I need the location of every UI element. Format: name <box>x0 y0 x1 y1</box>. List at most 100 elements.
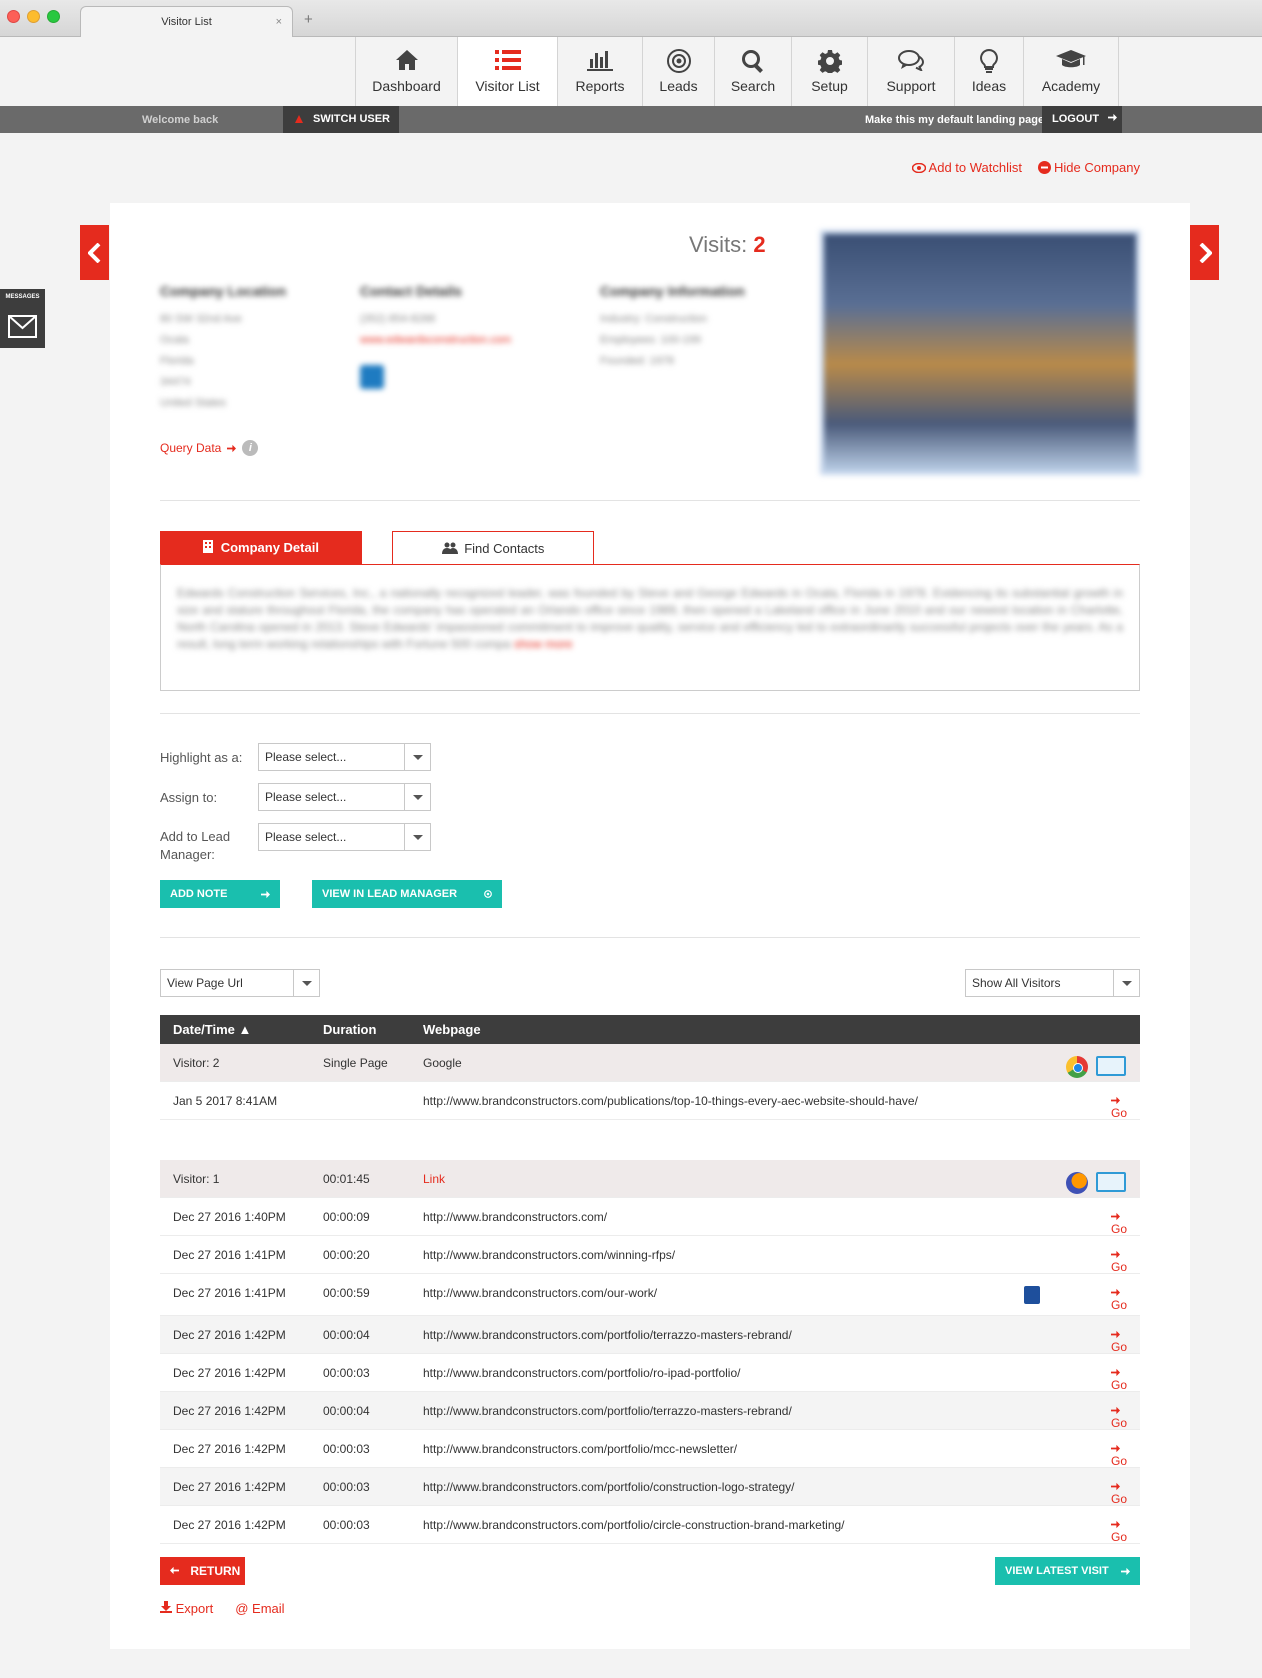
chevron-right-icon <box>1199 242 1213 264</box>
nav-dashboard[interactable]: Dashboard <box>356 37 458 106</box>
go-link[interactable]: Go <box>1111 1328 1127 1354</box>
arrow-right-icon <box>1111 1250 1120 1259</box>
show-visitors-select[interactable]: Show All Visitors <box>965 969 1140 997</box>
go-link[interactable]: Go <box>1111 1480 1127 1506</box>
assign-select[interactable]: Please select... <box>258 783 431 811</box>
nav-reports[interactable]: Reports <box>558 37 643 106</box>
building-icon <box>203 540 214 553</box>
view-latest-visit-button[interactable]: VIEW LATEST VISIT <box>995 1557 1140 1585</box>
linkedin-icon[interactable] <box>360 365 384 389</box>
nav-support[interactable]: Support <box>868 37 955 106</box>
chevron-down-icon <box>404 784 430 810</box>
go-link[interactable]: Go <box>1111 1248 1127 1274</box>
switch-user-button[interactable]: SWITCH USER <box>283 106 399 133</box>
header-datetime[interactable]: Date/Time ▲ <box>173 1022 251 1037</box>
nav-leads[interactable]: Leads <box>643 37 715 106</box>
default-landing-link[interactable]: Make this my default landing page <box>865 114 1044 126</box>
tab-label: Find Contacts <box>464 541 545 556</box>
go-link[interactable]: Go <box>1111 1210 1127 1236</box>
go-link[interactable]: Go <box>1111 1366 1127 1392</box>
contact-details: Contact Details (352) 854-8288 www.edwar… <box>360 283 511 389</box>
zoom-window-button[interactable] <box>47 10 60 23</box>
location-line: United States <box>160 397 227 409</box>
email-link[interactable]: @ Email <box>235 1601 284 1616</box>
gear-icon <box>792 49 867 76</box>
show-more-link[interactable]: show more <box>514 637 573 651</box>
row-date: Dec 27 2016 1:40PM <box>173 1210 286 1224</box>
view-in-lead-manager-button[interactable]: VIEW IN LEAD MANAGER <box>312 880 502 908</box>
location-line: Ocala <box>160 334 189 346</box>
go-link[interactable]: Go <box>1111 1094 1127 1120</box>
company-description: Edwards Construction Services, Inc., a n… <box>177 585 1123 653</box>
add-note-label: ADD NOTE <box>170 888 228 900</box>
select-value: View Page Url <box>167 976 243 990</box>
header-webpage[interactable]: Webpage <box>423 1022 481 1037</box>
row-date: Dec 27 2016 1:41PM <box>173 1286 286 1300</box>
nav-ideas[interactable]: Ideas <box>955 37 1024 106</box>
visits-table: Date/Time ▲ Duration Webpage Visitor: 2 … <box>160 1015 1140 1544</box>
row-duration: 00:00:04 <box>323 1404 370 1418</box>
contact-heading: Contact Details <box>360 283 462 299</box>
previous-company-button[interactable] <box>80 225 109 280</box>
table-row: Dec 27 2016 1:41PM 00:00:20 http://www.b… <box>160 1236 1140 1274</box>
close-tab-icon[interactable]: × <box>276 7 282 37</box>
nav-label: Visitor List <box>475 78 540 94</box>
new-tab-button[interactable]: + <box>304 11 313 28</box>
website-link[interactable]: www.edwardsconstruction.com <box>360 330 511 351</box>
next-company-button[interactable] <box>1190 225 1219 280</box>
highlight-select[interactable]: Please select... <box>258 743 431 771</box>
hide-company-link[interactable]: Hide Company <box>1038 160 1140 175</box>
add-to-watchlist-link[interactable]: Add to Watchlist <box>911 160 1022 175</box>
nav-academy[interactable]: Academy <box>1024 37 1119 106</box>
nav-setup[interactable]: Setup <box>792 37 868 106</box>
go-label: Go <box>1111 1454 1128 1468</box>
info-icon[interactable]: i <box>242 440 259 456</box>
target-icon <box>484 890 492 898</box>
messages-widget[interactable]: MESSAGES <box>0 289 45 348</box>
welcome-bar: Welcome back SWITCH USER Make this my de… <box>0 106 1262 133</box>
close-window-button[interactable] <box>7 10 20 23</box>
return-button[interactable]: RETURN <box>160 1557 245 1585</box>
lead-label-line: Manager: <box>160 847 215 862</box>
go-link[interactable]: Go <box>1111 1518 1127 1544</box>
go-link[interactable]: Go <box>1111 1442 1127 1468</box>
company-actions: Add to Watchlist Hide Company <box>911 160 1140 175</box>
nav-visitor-list[interactable]: Visitor List <box>458 37 558 106</box>
chat-icon <box>868 49 954 73</box>
export-label: Export <box>175 1601 214 1616</box>
location-line: 80 SW 32nd Ave <box>160 313 242 325</box>
minimize-window-button[interactable] <box>27 10 40 23</box>
hide-label: Hide Company <box>1054 160 1140 175</box>
nav-label: Support <box>886 78 936 94</box>
go-link[interactable]: Go <box>1111 1404 1127 1430</box>
row-date: Dec 27 2016 1:42PM <box>173 1404 286 1418</box>
lead-manager-select[interactable]: Please select... <box>258 823 431 851</box>
browser-tab[interactable]: Visitor List × <box>80 6 293 37</box>
query-data-link[interactable]: Query Data i <box>160 440 259 456</box>
email-label: Email <box>252 1601 285 1616</box>
welcome-text: Welcome back <box>142 114 219 126</box>
visitor-source-link[interactable]: Link <box>423 1172 445 1186</box>
chevron-down-icon <box>1113 970 1139 996</box>
document-icon[interactable] <box>1024 1286 1040 1304</box>
header-duration[interactable]: Duration <box>323 1022 376 1037</box>
company-location: Company Location 80 SW 32nd Ave Ocala Fl… <box>160 283 286 414</box>
divider <box>160 500 1140 501</box>
tab-company-detail[interactable]: Company Detail <box>160 531 362 564</box>
nav-label: Setup <box>811 78 848 94</box>
nav-search[interactable]: Search <box>715 37 792 106</box>
logout-label: LOGOUT <box>1052 113 1100 125</box>
go-link[interactable]: Go <box>1111 1286 1127 1312</box>
tab-find-contacts[interactable]: Find Contacts <box>392 531 594 564</box>
location-line: 34474 <box>160 376 191 388</box>
add-note-button[interactable]: ADD NOTE <box>160 880 280 908</box>
company-information: Company Information Industry: Constructi… <box>600 283 745 372</box>
export-link[interactable]: Export <box>160 1601 213 1616</box>
visitor-duration: 00:01:45 <box>323 1172 370 1186</box>
home-icon <box>356 49 457 73</box>
view-page-url-select[interactable]: View Page Url <box>160 969 320 997</box>
logout-button[interactable]: LOGOUT <box>1042 106 1122 133</box>
nav-label: Reports <box>575 78 625 94</box>
lead-label-line: Add to Lead <box>160 829 231 844</box>
industry-text: Industry: Construction <box>600 313 707 325</box>
